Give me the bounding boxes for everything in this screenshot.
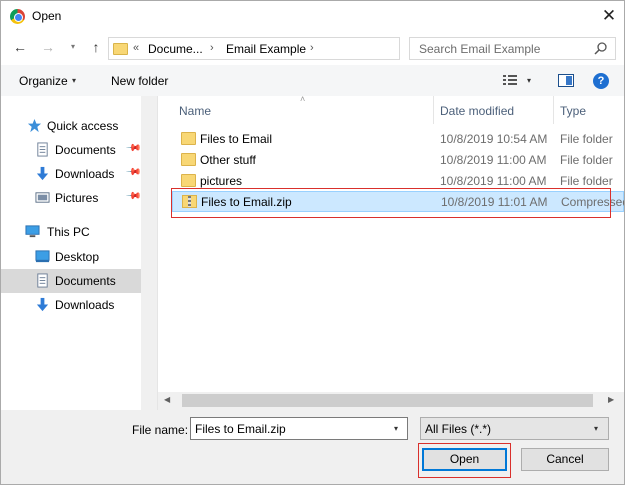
sidebar-item-label: Downloads bbox=[55, 298, 115, 312]
chevron-down-icon[interactable]: ▾ bbox=[72, 76, 76, 85]
pictures-icon bbox=[35, 192, 50, 203]
breadcrumb-email-example[interactable]: Email Example bbox=[226, 42, 306, 56]
title-bar: Open ✕ bbox=[1, 1, 624, 32]
horizontal-scrollbar[interactable]: ◀ ▶ bbox=[158, 392, 624, 409]
column-headers: ˄ Name Date modified Type bbox=[158, 96, 624, 124]
navigation-pane: Quick access Documents 📌 Downloads 📌 Pic… bbox=[1, 96, 157, 410]
file-type: File folder bbox=[560, 174, 613, 188]
file-type-filter[interactable]: All Files (*.*) ▾ bbox=[420, 417, 609, 440]
sidebar-item-label: Desktop bbox=[55, 250, 100, 264]
sidebar-item-desktop[interactable]: Desktop bbox=[1, 245, 141, 269]
scroll-left-icon[interactable]: ◀ bbox=[164, 395, 170, 404]
chevron-down-icon[interactable]: ▾ bbox=[594, 424, 598, 433]
pin-icon: 📌 bbox=[124, 164, 142, 181]
search-placeholder: Search Email Example bbox=[419, 42, 541, 56]
file-list: ˄ Name Date modified Type Files to Email… bbox=[158, 96, 624, 392]
file-type: File folder bbox=[560, 153, 613, 167]
file-type: File folder bbox=[560, 132, 613, 146]
sidebar-item-this-pc[interactable]: This PC bbox=[1, 220, 141, 244]
recent-locations-button[interactable]: ▾ bbox=[64, 38, 82, 56]
column-header-type[interactable]: Type bbox=[560, 104, 586, 118]
sidebar-item-pictures[interactable]: Pictures 📌 bbox=[1, 186, 142, 210]
file-name-label: File name: bbox=[132, 423, 189, 437]
open-button[interactable]: Open bbox=[422, 448, 507, 471]
pin-icon: 📌 bbox=[124, 188, 142, 205]
back-button[interactable]: ← bbox=[11, 38, 29, 56]
file-row[interactable]: Files to Email 10/8/2019 10:54 AM File f… bbox=[172, 129, 624, 150]
sidebar-item-label: Quick access bbox=[47, 119, 119, 133]
folder-icon bbox=[113, 43, 128, 55]
sidebar-item-downloads-pc[interactable]: Downloads bbox=[1, 293, 141, 317]
preview-pane-icon[interactable] bbox=[558, 74, 574, 87]
column-divider[interactable] bbox=[553, 96, 554, 124]
star-icon bbox=[27, 118, 42, 133]
file-date: 10/8/2019 11:00 AM bbox=[440, 174, 547, 188]
download-icon bbox=[36, 297, 49, 312]
file-date: 10/8/2019 11:00 AM bbox=[440, 153, 547, 167]
documents-icon bbox=[37, 142, 48, 157]
view-dropdown-icon[interactable]: ▾ bbox=[527, 76, 531, 85]
file-name-value: Files to Email.zip bbox=[195, 422, 286, 436]
sidebar-item-label: This PC bbox=[47, 225, 90, 239]
scrollbar-thumb[interactable] bbox=[182, 394, 593, 407]
chevron-down-icon[interactable]: ▾ bbox=[394, 424, 398, 433]
sidebar-item-label: Documents bbox=[55, 143, 116, 157]
navigation-pane-scrollbar[interactable] bbox=[141, 96, 157, 410]
chrome-icon bbox=[10, 9, 25, 24]
computer-icon bbox=[25, 225, 40, 238]
sort-ascending-icon: ˄ bbox=[300, 96, 306, 104]
sidebar-item-quick-access[interactable]: Quick access bbox=[1, 114, 141, 138]
folder-icon bbox=[181, 132, 196, 145]
chevron-right-icon[interactable]: › bbox=[310, 42, 314, 54]
sidebar-item-label: Pictures bbox=[55, 191, 99, 205]
search-icon[interactable] bbox=[593, 41, 609, 57]
scroll-right-icon[interactable]: ▶ bbox=[608, 395, 614, 404]
sidebar-item-downloads[interactable]: Downloads 📌 bbox=[1, 162, 142, 186]
column-header-date-modified[interactable]: Date modified bbox=[440, 104, 514, 118]
organize-button[interactable]: Organize bbox=[19, 74, 68, 88]
column-header-name[interactable]: Name bbox=[179, 104, 211, 118]
download-icon bbox=[36, 166, 49, 181]
pin-icon: 📌 bbox=[124, 140, 142, 157]
new-folder-button[interactable]: New folder bbox=[111, 74, 168, 88]
highlight-outline bbox=[171, 188, 611, 218]
overflow-chevron-icon[interactable]: « bbox=[133, 42, 139, 54]
command-toolbar: Organize ▾ New folder ▾ ? bbox=[1, 65, 624, 96]
folder-icon bbox=[181, 153, 196, 166]
file-row[interactable]: Other stuff 10/8/2019 11:00 AM File fold… bbox=[172, 150, 624, 171]
sidebar-item-documents-pc[interactable]: Documents bbox=[1, 269, 141, 293]
sidebar-item-label: Documents bbox=[55, 274, 116, 288]
file-name: Other stuff bbox=[200, 153, 256, 167]
file-name-field[interactable]: Files to Email.zip ▾ bbox=[190, 417, 408, 440]
cancel-button[interactable]: Cancel bbox=[521, 448, 609, 471]
chevron-right-icon[interactable]: › bbox=[210, 42, 214, 54]
forward-button[interactable]: → bbox=[39, 38, 57, 56]
file-date: 10/8/2019 10:54 AM bbox=[440, 132, 548, 146]
documents-icon bbox=[37, 273, 48, 288]
file-type-filter-value: All Files (*.*) bbox=[425, 422, 492, 436]
up-button[interactable]: ↑ bbox=[87, 38, 105, 56]
open-file-dialog: Open ✕ ← → ▾ ↑ « Docume... › Email Examp… bbox=[0, 0, 625, 485]
close-button[interactable]: ✕ bbox=[595, 3, 623, 29]
desktop-icon bbox=[35, 250, 50, 263]
window-title: Open bbox=[32, 9, 62, 23]
view-options-icon[interactable] bbox=[502, 74, 518, 87]
file-name: pictures bbox=[200, 174, 243, 188]
help-icon[interactable]: ? bbox=[593, 73, 609, 89]
file-name: Files to Email bbox=[200, 132, 273, 146]
address-row: ← → ▾ ↑ « Docume... › Email Example › ▾ … bbox=[1, 32, 624, 65]
column-divider[interactable] bbox=[433, 96, 434, 124]
breadcrumb-documents[interactable]: Docume... bbox=[148, 42, 203, 56]
folder-icon bbox=[181, 174, 196, 187]
address-bar[interactable]: « Docume... › Email Example › ▾ ↻ bbox=[108, 37, 500, 60]
sidebar-item-documents[interactable]: Documents 📌 bbox=[1, 138, 142, 162]
sidebar-item-label: Downloads bbox=[55, 167, 115, 181]
search-input[interactable]: Search Email Example bbox=[409, 37, 616, 60]
